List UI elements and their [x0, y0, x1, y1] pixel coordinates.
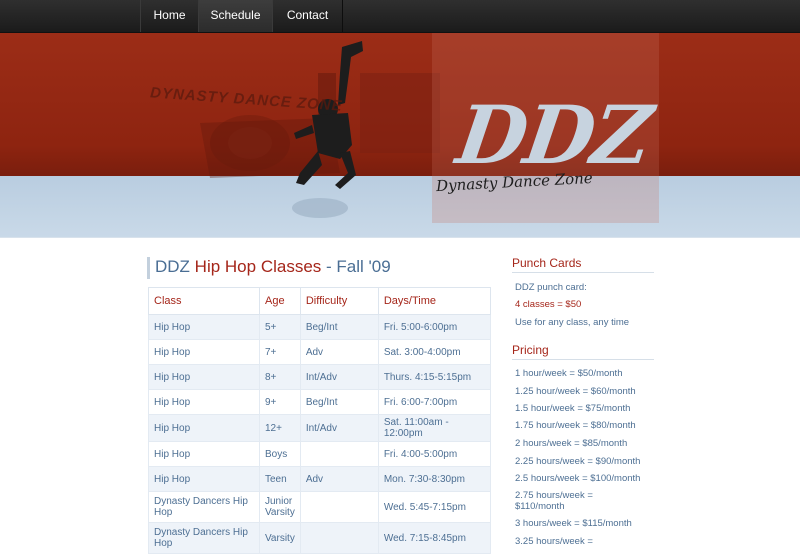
- cell-age: 7+: [259, 339, 301, 365]
- cell-days-time: Wed. 7:15-8:45pm: [377, 522, 492, 554]
- header-banner: DYNASTY DANCE ZONE DDZ Dynasty Dance Zon…: [0, 33, 800, 237]
- table-row: Hip Hop 7+ Adv Sat. 3:00-4:00pm: [148, 339, 492, 365]
- cell-class: Hip Hop: [148, 339, 260, 365]
- cell-age: Boys: [259, 441, 301, 467]
- nav-schedule-link[interactable]: Schedule: [198, 0, 273, 32]
- cell-age: 9+: [259, 389, 301, 415]
- cell-difficulty: Beg/Int: [299, 389, 379, 415]
- top-navigation: Home Schedule Contact: [0, 0, 800, 33]
- cell-class: Hip Hop: [148, 441, 260, 467]
- table-row: Hip Hop 8+ Int/Adv Thurs. 4:15-5:15pm: [148, 364, 492, 390]
- page-title: DDZ Hip Hop Classes - Fall '09: [147, 257, 391, 279]
- table-row: Hip Hop Boys Fri. 4:00-5:00pm: [148, 441, 492, 467]
- punch-card-line: Use for any class, any time: [515, 317, 630, 328]
- table-row: Hip Hop Teen Adv Mon. 7:30-8:30pm: [148, 466, 492, 492]
- cell-days-time: Sat. 3:00-4:00pm: [377, 339, 492, 365]
- pricing-item: 1.25 hour/week = $60/month: [515, 386, 636, 397]
- cell-days-time: Thurs. 4:15-5:15pm: [377, 364, 492, 390]
- banner-artwork: [200, 41, 440, 218]
- cell-age: 8+: [259, 364, 301, 390]
- table-row: Dynasty Dancers Hip Hop Varsity Wed. 7:1…: [148, 522, 492, 554]
- title-suffix: - Fall '09: [321, 257, 391, 276]
- table-row: Hip Hop 12+ Int/Adv Sat. 11:00am - 12:00…: [148, 414, 492, 442]
- pricing-item: 2.25 hours/week = $90/month: [515, 456, 641, 467]
- cell-class: Dynasty Dancers Hip Hop: [148, 491, 260, 523]
- cell-age: 12+: [259, 414, 301, 442]
- banner-divider: [0, 237, 800, 238]
- column-header-age: Age: [259, 287, 301, 315]
- column-header-days-time: Days/Time: [377, 287, 492, 315]
- cell-difficulty: [299, 522, 379, 554]
- cell-difficulty: [299, 441, 379, 467]
- pricing-item: 1.75 hour/week = $80/month: [515, 420, 636, 431]
- punch-cards-heading: Punch Cards: [512, 256, 654, 273]
- cell-days-time: Fri. 6:00-7:00pm: [377, 389, 492, 415]
- cell-class: Hip Hop: [148, 364, 260, 390]
- table-row: Hip Hop 9+ Beg/Int Fri. 6:00-7:00pm: [148, 389, 492, 415]
- pricing-item: 1.5 hour/week = $75/month: [515, 403, 631, 414]
- cell-difficulty: [299, 491, 379, 523]
- cell-days-time: Mon. 7:30-8:30pm: [377, 466, 492, 492]
- punch-card-line: DDZ punch card:: [515, 282, 587, 293]
- title-prefix: DDZ: [155, 257, 195, 276]
- cell-days-time: Wed. 5:45-7:15pm: [377, 491, 492, 523]
- pricing-item: 1 hour/week = $50/month: [515, 368, 623, 379]
- pricing-item: 3.25 hours/week =: [515, 536, 593, 547]
- column-header-class: Class: [148, 287, 260, 315]
- cell-difficulty: Adv: [299, 466, 379, 492]
- cell-class: Hip Hop: [148, 389, 260, 415]
- cell-days-time: Fri. 5:00-6:00pm: [377, 314, 492, 340]
- punch-card-price: 4 classes = $50: [515, 299, 582, 310]
- table-row: Dynasty Dancers Hip Hop Junior Varsity W…: [148, 491, 492, 523]
- cell-class: Hip Hop: [148, 466, 260, 492]
- cell-class: Dynasty Dancers Hip Hop: [148, 522, 260, 554]
- cell-class: Hip Hop: [148, 414, 260, 442]
- cell-days-time: Sat. 11:00am - 12:00pm: [377, 414, 492, 442]
- cell-difficulty: Int/Adv: [299, 364, 379, 390]
- title-main: Hip Hop Classes: [194, 257, 322, 276]
- pricing-item: 2 hours/week = $85/month: [515, 438, 628, 449]
- ddz-logo: DDZ: [451, 88, 656, 182]
- nav-home-link[interactable]: Home: [140, 0, 199, 32]
- pricing-heading: Pricing: [512, 343, 654, 360]
- table-header-row: Class Age Difficulty Days/Time: [148, 287, 492, 315]
- cell-difficulty: Beg/Int: [299, 314, 379, 340]
- cell-difficulty: Adv: [299, 339, 379, 365]
- schedule-table: Class Age Difficulty Days/Time Hip Hop 5…: [148, 287, 492, 554]
- cell-age: 5+: [259, 314, 301, 340]
- pricing-item: 2.75 hours/week = $110/month: [515, 490, 593, 512]
- pricing-item: 3 hours/week = $115/month: [515, 518, 632, 529]
- cell-age: Varsity: [259, 522, 301, 554]
- pricing-item: 2.5 hours/week = $100/month: [515, 473, 641, 484]
- cell-age: Junior Varsity: [259, 491, 301, 523]
- cell-difficulty: Int/Adv: [299, 414, 379, 442]
- cell-days-time: Fri. 4:00-5:00pm: [377, 441, 492, 467]
- cell-class: Hip Hop: [148, 314, 260, 340]
- nav-contact-link[interactable]: Contact: [272, 0, 343, 32]
- table-row: Hip Hop 5+ Beg/Int Fri. 5:00-6:00pm: [148, 314, 492, 340]
- column-header-difficulty: Difficulty: [299, 287, 379, 315]
- cell-age: Teen: [259, 466, 301, 492]
